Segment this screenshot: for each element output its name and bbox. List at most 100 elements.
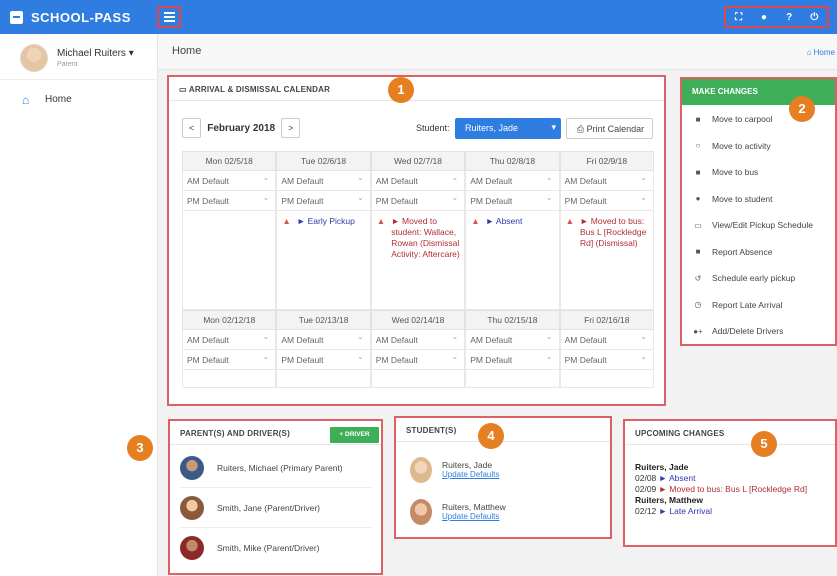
fullscreen-icon[interactable]: ⛶ xyxy=(733,12,745,23)
am-select[interactable]: AM Default xyxy=(276,330,371,350)
next-month-button[interactable]: > xyxy=(281,118,301,138)
calendar-event[interactable]: ▲ ► Moved to student: Wallace, Rowan (Dis… xyxy=(377,216,461,260)
breadcrumb-home[interactable]: Home xyxy=(814,48,835,57)
change-late-arrival[interactable]: ◷ Report Late Arrival xyxy=(682,292,835,319)
am-select[interactable]: AM Default xyxy=(182,171,277,191)
calendar-event[interactable]: ▲ ► Early Pickup xyxy=(282,216,366,227)
page-header: Home ⌂ Home xyxy=(158,34,837,70)
student-name: Ruiters, Matthew xyxy=(635,495,704,505)
day-events xyxy=(559,370,654,388)
user-plus-icon: ●+ xyxy=(693,326,703,336)
hamburger-icon xyxy=(163,12,175,14)
change-drivers[interactable]: ●+ Add/Delete Drivers xyxy=(682,318,835,345)
annotation-badge-2: 2 xyxy=(789,96,815,122)
top-icon-group: ⛶ ● ? ⏻ xyxy=(724,6,829,28)
event-text: ► Moved to student: Wallace, Rowan (Dism… xyxy=(391,216,460,259)
event-text: ► Absent xyxy=(485,216,523,226)
print-calendar-button[interactable]: ⎙ Print Calendar xyxy=(566,118,653,139)
pm-select[interactable]: PM Default xyxy=(276,350,371,370)
top-navbar: SCHOOL-PASS ⛶ ● ? ⏻ xyxy=(0,0,837,34)
day-header: Fri 02/9/18 xyxy=(559,151,654,171)
day-column: Fri 02/9/18 AM Default PM Default ▲ ► Mov… xyxy=(559,151,654,310)
add-driver-button[interactable]: + DRIVER xyxy=(330,427,379,443)
calendar-icon: ▭ xyxy=(179,85,189,94)
am-select[interactable]: AM Default xyxy=(465,171,560,191)
am-select[interactable]: AM Default xyxy=(182,330,277,350)
calendar-event[interactable]: ▲ ► Moved to bus: Bus L [Rockledge Rd] (D… xyxy=(566,216,650,249)
breadcrumb[interactable]: ⌂ Home xyxy=(807,48,835,57)
prev-month-button[interactable]: < xyxy=(182,118,202,138)
am-select[interactable]: AM Default xyxy=(370,171,466,191)
change-link[interactable]: ► Moved to bus: Bus L [Rockledge Rd] xyxy=(659,484,807,494)
upcoming-list: Ruiters, Jade 02/08 ► Absent 02/09 ► Mov… xyxy=(635,462,825,517)
avatar xyxy=(180,536,204,560)
list-item: Smith, Mike (Parent/Driver) xyxy=(180,528,373,568)
user-name[interactable]: Michael Ruiters ▾ xyxy=(57,48,134,59)
print-icon: ⎙ xyxy=(576,123,587,134)
brand-name: SCHOOL-PASS xyxy=(31,9,131,25)
user-role: Parent xyxy=(57,61,78,68)
help-icon[interactable]: ? xyxy=(783,12,795,23)
am-select[interactable]: AM Default xyxy=(370,330,466,350)
change-early-pickup[interactable]: ↺ Schedule early pickup xyxy=(682,265,835,292)
am-select[interactable]: AM Default xyxy=(465,330,560,350)
car-icon: ■ xyxy=(695,114,701,124)
change-link[interactable]: ► Absent xyxy=(659,473,696,483)
change-report-absence[interactable]: ■ Report Absence xyxy=(682,239,835,266)
pm-select[interactable]: PM Default xyxy=(465,191,560,211)
event-text: ► Moved to bus: Bus L [Rockledge Rd] (Di… xyxy=(580,216,647,248)
change-move-to-bus[interactable]: ■ Move to bus xyxy=(682,159,835,186)
absence-icon: ■ xyxy=(695,247,701,257)
am-select[interactable]: AM Default xyxy=(559,330,654,350)
day-events xyxy=(182,211,277,310)
id-card-icon xyxy=(10,10,23,24)
panel-title: UPCOMING CHANGES xyxy=(625,421,835,445)
user-icon[interactable]: ● xyxy=(758,12,770,23)
pm-select[interactable]: PM Default xyxy=(276,191,371,211)
bus-icon: ■ xyxy=(695,167,701,177)
parent-name: Smith, Jane (Parent/Driver) xyxy=(217,502,320,513)
menu-toggle-button[interactable] xyxy=(157,6,181,28)
annotation-badge-1: 1 xyxy=(388,77,414,103)
panel-title: ▭ ARRIVAL & DISMISSAL CALENDAR xyxy=(169,77,664,101)
page-title: Home xyxy=(172,45,202,57)
sidebar-item-home[interactable]: ⌂ Home xyxy=(22,92,72,107)
update-defaults-link[interactable]: Update Defaults xyxy=(442,470,499,480)
sidebar: Michael Ruiters ▾ Parent ⌂ Home xyxy=(0,34,158,576)
home-icon: ⌂ xyxy=(22,92,30,107)
pm-select[interactable]: PM Default xyxy=(370,350,466,370)
pm-select[interactable]: PM Default xyxy=(182,191,277,211)
month-navigation: < February 2018 > xyxy=(182,118,301,138)
change-move-to-activity[interactable]: ○ Move to activity xyxy=(682,133,835,160)
change-move-to-student[interactable]: ● Move to student xyxy=(682,186,835,213)
avatar xyxy=(20,44,48,72)
month-label: February 2018 xyxy=(207,122,276,134)
calendar-event[interactable]: ▲ ► Absent xyxy=(471,216,555,227)
day-column: Thu 02/15/18 AM Default PM Default xyxy=(465,310,560,388)
warning-icon: ▲ xyxy=(376,216,386,226)
warning-icon: ▲ xyxy=(282,216,291,226)
changes-list: ■ Move to carpool ○ Move to activity ■ Move… xyxy=(682,106,835,345)
avatar xyxy=(410,499,432,525)
student-select[interactable]: Ruiters, Jade xyxy=(455,118,561,139)
parent-name: Ruiters, Michael (Primary Parent) xyxy=(217,462,343,473)
day-header: Wed 02/14/18 xyxy=(370,310,466,330)
user-menu[interactable]: Michael Ruiters ▾ Parent xyxy=(0,34,158,80)
pm-select[interactable]: PM Default xyxy=(182,350,277,370)
pm-select[interactable]: PM Default xyxy=(559,191,654,211)
brand-logo[interactable]: SCHOOL-PASS xyxy=(10,0,131,34)
change-link[interactable]: ► Late Arrival xyxy=(659,506,712,516)
am-select[interactable]: AM Default xyxy=(559,171,654,191)
am-select[interactable]: AM Default xyxy=(276,171,371,191)
power-icon[interactable]: ⏻ xyxy=(808,12,820,23)
day-header: Tue 02/6/18 xyxy=(276,151,371,171)
pm-select[interactable]: PM Default xyxy=(370,191,466,211)
clock-icon: ◷ xyxy=(694,300,702,310)
change-pickup-schedule[interactable]: ▭ View/Edit Pickup Schedule xyxy=(682,212,835,239)
warning-icon: ▲ xyxy=(471,216,480,226)
update-defaults-link[interactable]: Update Defaults xyxy=(442,512,506,522)
day-column: Tue 02/13/18 AM Default PM Default xyxy=(276,310,371,388)
pm-select[interactable]: PM Default xyxy=(559,350,654,370)
pm-select[interactable]: PM Default xyxy=(465,350,560,370)
day-column: Tue 02/6/18 AM Default PM Default ▲ ► Ear… xyxy=(276,151,371,310)
